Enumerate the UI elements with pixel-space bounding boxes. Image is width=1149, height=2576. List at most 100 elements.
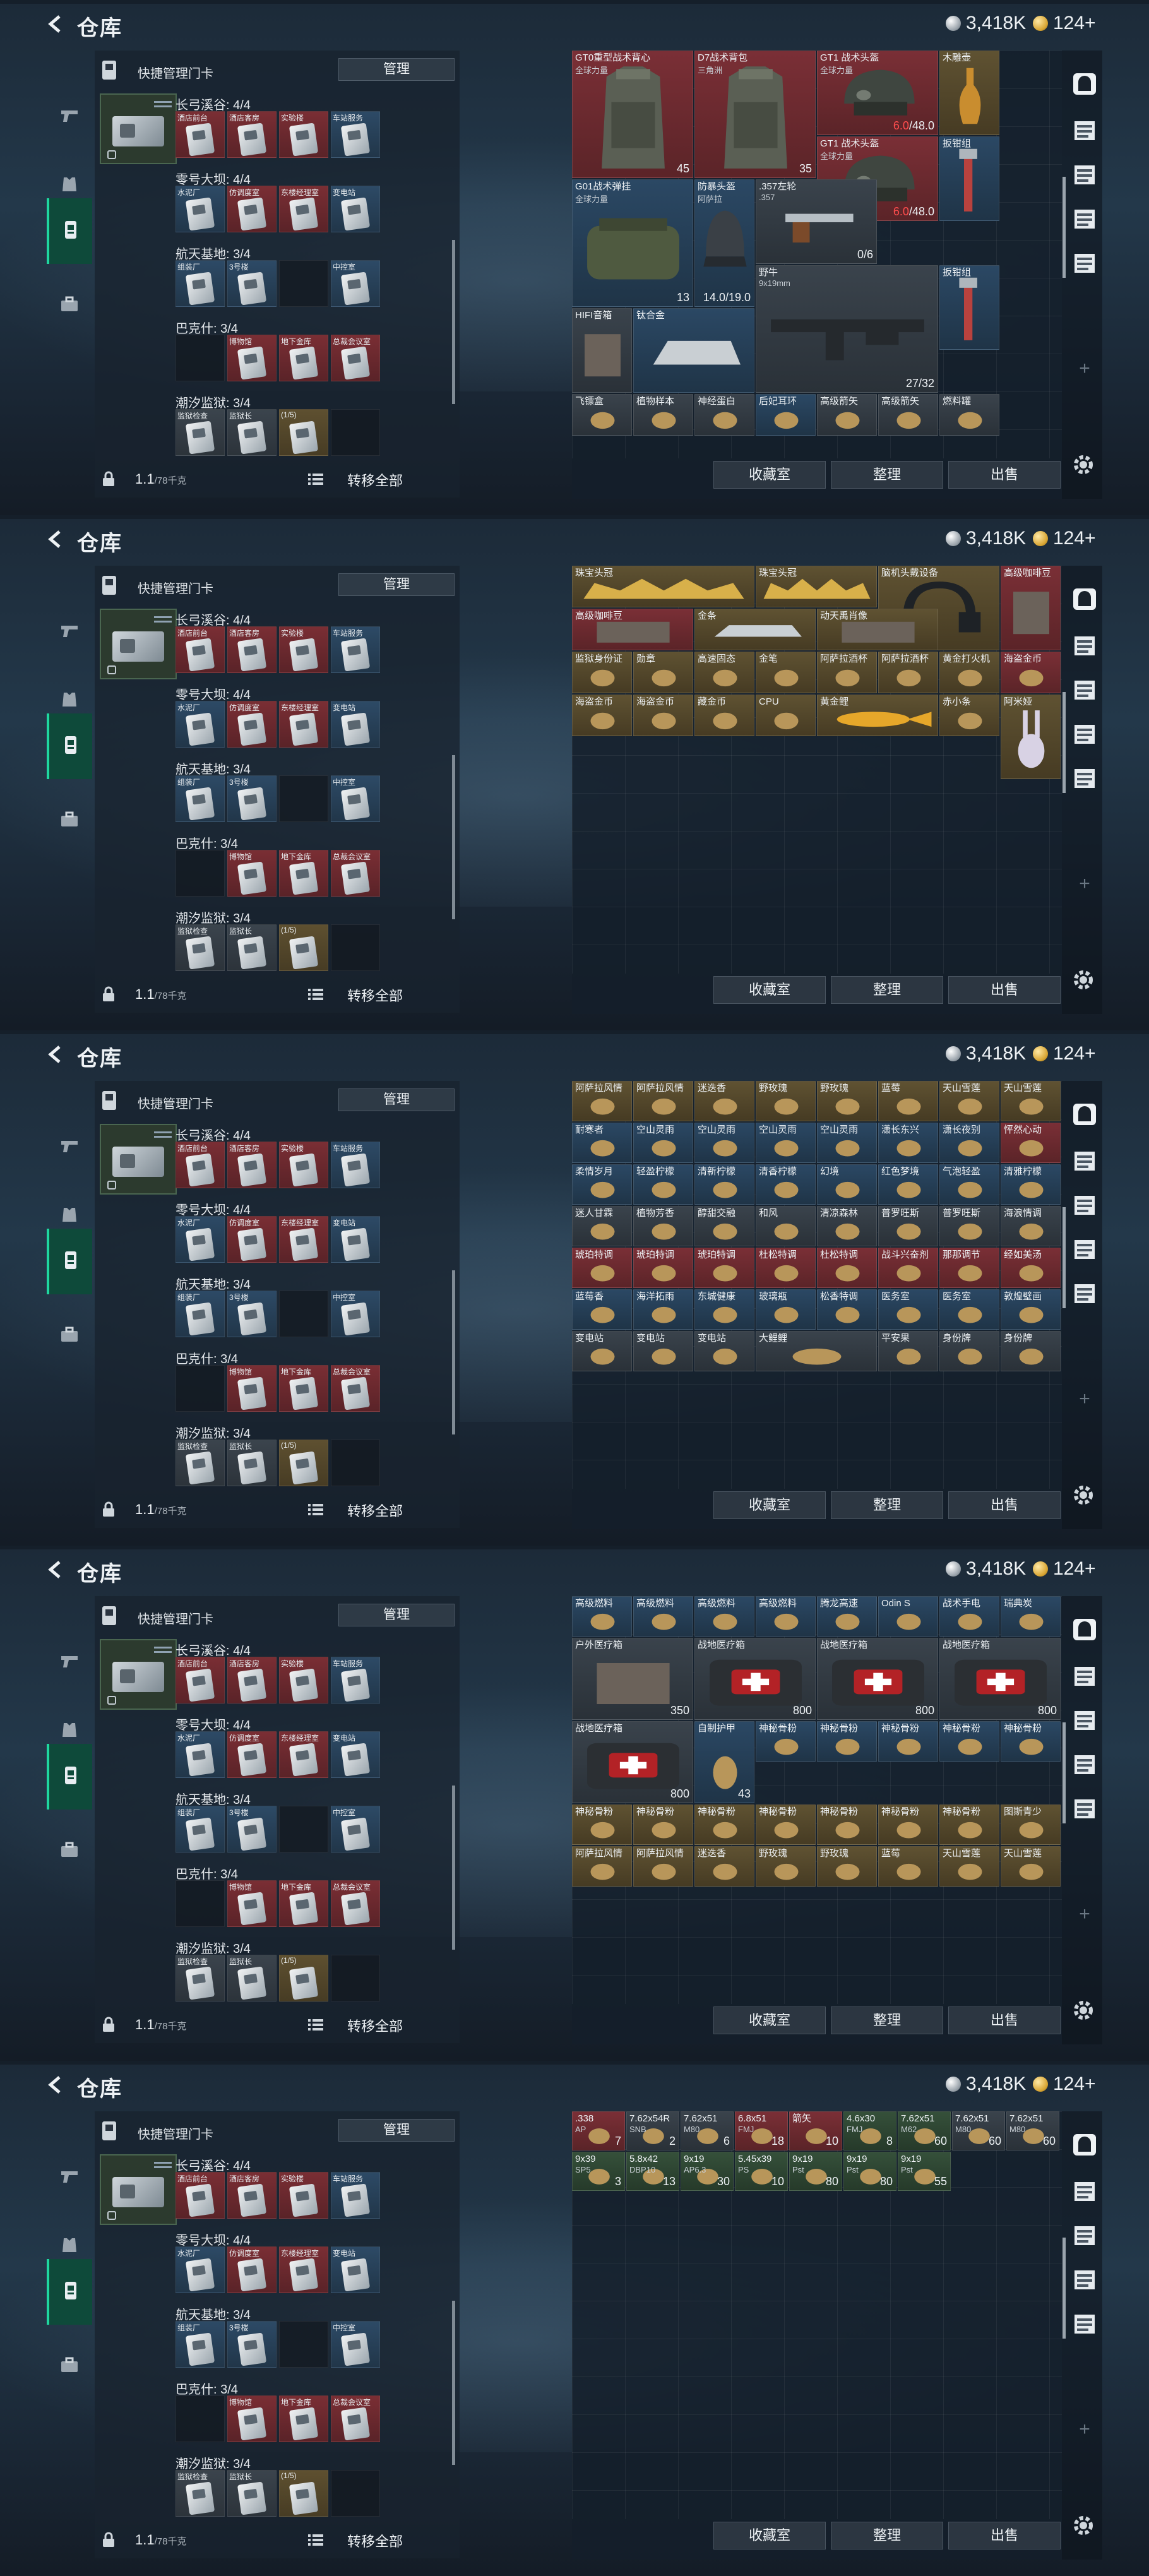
- stash-item[interactable]: 蓝莓: [878, 1846, 938, 1887]
- stash-tab-main-icon[interactable]: [1071, 2132, 1098, 2158]
- keycard-slot[interactable]: 仿调度室: [227, 2246, 277, 2293]
- add-stash-tab-icon[interactable]: +: [1073, 1388, 1096, 1410]
- stash-item[interactable]: .357左轮 .357 0/6: [756, 179, 877, 264]
- stash-tab-main-icon[interactable]: [1071, 1616, 1098, 1643]
- back-arrow-icon[interactable]: [45, 14, 66, 34]
- keycard-slot[interactable]: 酒店客房: [227, 111, 277, 158]
- keycard-slot[interactable]: 东楼经理室: [279, 186, 328, 232]
- tab-weapons[interactable]: [47, 2144, 92, 2210]
- stash-item[interactable]: 9x19 Pst 80: [843, 2152, 896, 2191]
- gold-currency[interactable]: 124+: [1033, 1043, 1096, 1064]
- stash-item[interactable]: 琥珀特调: [572, 1248, 632, 1288]
- stash-item[interactable]: 迷人甘霖: [572, 1206, 632, 1246]
- tab-cases[interactable]: [47, 2334, 92, 2399]
- sort-button[interactable]: 整理: [831, 976, 943, 1004]
- keycard-slot[interactable]: 变电站: [331, 1731, 380, 1778]
- keycard-slot[interactable]: 组装厂: [176, 2321, 225, 2368]
- stash-item[interactable]: 清香柠檬: [756, 1164, 816, 1205]
- back-arrow-icon[interactable]: [45, 1044, 66, 1064]
- stash-item[interactable]: 神秘骨粉: [817, 1721, 877, 1762]
- stash-item[interactable]: 医务室: [878, 1289, 938, 1330]
- collection-room-button[interactable]: 收藏室: [713, 976, 826, 1004]
- keycard-slot[interactable]: 监狱检查: [176, 1955, 225, 2001]
- stash-item[interactable]: 神秘骨粉: [939, 1721, 999, 1762]
- stash-item[interactable]: 天山雪莲: [939, 1081, 999, 1121]
- stash-item[interactable]: G01战术弹挂 全球力量 13: [572, 179, 693, 307]
- tab-keycards[interactable]: [47, 1229, 92, 1294]
- stash-item[interactable]: 阿萨拉酒杯: [817, 652, 877, 693]
- stash-item[interactable]: 战地医疗箱 800: [939, 1638, 1061, 1720]
- keycard-slot[interactable]: 水泥厂: [176, 1216, 225, 1263]
- stash-scrollbar[interactable]: [1063, 1207, 1066, 1308]
- tab-weapons[interactable]: [47, 1114, 92, 1179]
- keycard-slot[interactable]: 监狱长: [227, 2470, 277, 2517]
- lock-icon[interactable]: [101, 1501, 116, 1518]
- stash-tab-icon[interactable]: [1071, 721, 1098, 748]
- keycard-slot[interactable]: 博物馆: [227, 1365, 277, 1412]
- collection-room-button[interactable]: 收藏室: [713, 461, 826, 489]
- keycard-slot[interactable]: 3号楼: [227, 260, 277, 307]
- stash-tab-icon[interactable]: [1071, 206, 1098, 232]
- keycard-slot[interactable]: 总裁会议室: [331, 1365, 380, 1412]
- stash-item[interactable]: 医务室: [939, 1289, 999, 1330]
- keycard-case-item[interactable]: [100, 93, 177, 164]
- transfer-all-button[interactable]: 转移全部: [347, 470, 403, 490]
- tab-keycards[interactable]: [47, 713, 92, 779]
- stash-item[interactable]: 战术手电: [939, 1596, 999, 1637]
- lock-icon[interactable]: [101, 2532, 116, 2548]
- keycard-slot[interactable]: 总裁会议室: [331, 335, 380, 381]
- stash-item[interactable]: 扳钳组: [939, 265, 999, 350]
- gold-currency[interactable]: 124+: [1033, 2073, 1096, 2095]
- stash-item[interactable]: 清雅柠檬: [1001, 1164, 1061, 1205]
- stash-item[interactable]: 红色梦境: [878, 1164, 938, 1205]
- stash-tab-icon[interactable]: [1071, 1796, 1098, 1822]
- stash-item[interactable]: CPU: [756, 695, 816, 736]
- stash-item[interactable]: 杜松特调: [756, 1248, 816, 1288]
- stash-item[interactable]: 珠宝头冠: [572, 566, 754, 607]
- stash-item[interactable]: 敦煌壁画: [1001, 1289, 1061, 1330]
- stash-item[interactable]: 神经蛋白: [694, 394, 754, 436]
- stash-item[interactable]: 自制护甲 43: [694, 1721, 754, 1803]
- keycard-slot[interactable]: 组装厂: [176, 1806, 225, 1852]
- stash-item[interactable]: 木雕壶: [939, 51, 999, 135]
- stash-item[interactable]: 潇长夜别: [939, 1123, 999, 1163]
- stash-tab-icon[interactable]: [1071, 1192, 1098, 1219]
- stash-scrollbar[interactable]: [1063, 692, 1066, 793]
- stash-tab-icon[interactable]: [1071, 1663, 1098, 1690]
- sort-button[interactable]: 整理: [831, 2007, 943, 2034]
- stash-tab-main-icon[interactable]: [1071, 71, 1098, 97]
- stash-tab-icon[interactable]: [1071, 2311, 1098, 2337]
- stash-item[interactable]: 5.45x39 PS 10: [735, 2152, 788, 2191]
- keycard-slot[interactable]: 水泥厂: [176, 1731, 225, 1778]
- stash-item[interactable]: 监狱身份证: [572, 652, 632, 693]
- stash-item[interactable]: 野玫瑰: [817, 1846, 877, 1887]
- keycard-slot[interactable]: 3号楼: [227, 1291, 277, 1337]
- add-stash-tab-icon[interactable]: +: [1073, 2418, 1096, 2441]
- stash-item[interactable]: 大鲤鲤: [756, 1331, 877, 1371]
- add-stash-tab-icon[interactable]: +: [1073, 357, 1096, 380]
- stash-item[interactable]: 7.62x51 M62 60: [898, 2111, 951, 2150]
- keycard-slot[interactable]: [176, 2395, 225, 2442]
- stash-item[interactable]: 藏金币: [694, 695, 754, 736]
- stash-item[interactable]: 植物芳香: [633, 1206, 693, 1246]
- case-scrollbar[interactable]: [452, 755, 455, 919]
- keycard-slot[interactable]: 组装厂: [176, 1291, 225, 1337]
- keycard-slot[interactable]: 酒店前台: [176, 1657, 225, 1703]
- stash-tab-icon[interactable]: [1071, 1280, 1098, 1307]
- case-scrollbar[interactable]: [452, 1786, 455, 1950]
- keycard-slot[interactable]: 车站服务: [331, 626, 380, 673]
- stash-item[interactable]: 海浪情调: [1001, 1206, 1061, 1246]
- stash-item[interactable]: 户外医疗箱 350: [572, 1638, 693, 1720]
- stash-item[interactable]: 9x19 AP6.3 30: [681, 2152, 734, 2191]
- keycard-slot[interactable]: (1/5): [279, 924, 328, 971]
- keycard-slot[interactable]: 中控室: [331, 260, 380, 307]
- keycard-slot[interactable]: 酒店客房: [227, 2172, 277, 2219]
- transfer-all-button[interactable]: 转移全部: [347, 2531, 403, 2551]
- lock-icon[interactable]: [101, 471, 116, 487]
- stash-item[interactable]: 9x19 Pst 55: [898, 2152, 951, 2191]
- keycard-slot[interactable]: 酒店前台: [176, 111, 225, 158]
- keycard-slot[interactable]: 3号楼: [227, 1806, 277, 1852]
- stash-item[interactable]: 杜松特调: [817, 1248, 877, 1288]
- keycard-slot[interactable]: 东楼经理室: [279, 1216, 328, 1263]
- keycard-slot[interactable]: [176, 1365, 225, 1412]
